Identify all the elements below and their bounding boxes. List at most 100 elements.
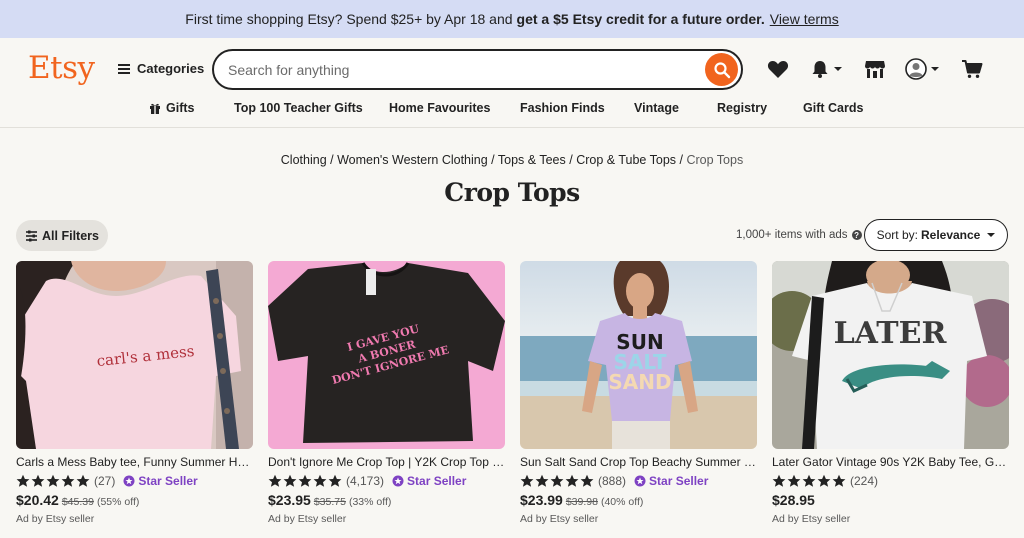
items-count: 1,000+ items with ads ? xyxy=(736,229,862,241)
search-icon xyxy=(713,61,730,78)
product-rating: (27) Star Seller xyxy=(16,473,253,489)
nav-item-gifts[interactable]: Gifts xyxy=(149,101,194,115)
product-image[interactable]: SUN SALT SAND xyxy=(520,261,757,449)
favorites-button[interactable] xyxy=(767,58,789,80)
view-terms-link[interactable]: View terms xyxy=(770,11,839,27)
hamburger-icon xyxy=(118,63,130,74)
product-rating: (4,173) Star Seller xyxy=(268,473,505,489)
breadcrumb-current: Crop Tops xyxy=(686,153,744,167)
star-icon xyxy=(61,474,75,487)
shop-icon xyxy=(865,61,885,78)
ad-label: Ad by Etsy seller xyxy=(16,513,95,525)
all-filters-button[interactable]: All Filters xyxy=(16,220,108,251)
original-price: $45.39 xyxy=(61,496,94,508)
star-seller-icon xyxy=(634,475,646,487)
page-title: Crop Tops xyxy=(444,178,580,207)
star-seller-icon xyxy=(392,475,404,487)
star-icon xyxy=(772,474,786,487)
sort-value: Relevance xyxy=(920,228,981,242)
price-row: $23.99 $39.98 (40% off) xyxy=(520,492,757,508)
product-card[interactable]: I GAVE YOU A BONER DON'T IGNORE ME Don't… xyxy=(268,261,505,525)
star-icon xyxy=(76,474,90,487)
discount: (40% off) xyxy=(600,496,644,508)
account-button[interactable] xyxy=(905,58,939,80)
nav-item-fashion-finds[interactable]: Fashion Finds xyxy=(520,101,605,115)
product-card[interactable]: SUN SALT SAND Sun Salt Sand Crop Top Bea… xyxy=(520,261,757,525)
all-filters-label: All Filters xyxy=(42,228,99,243)
star-icon xyxy=(313,474,327,487)
bell-icon xyxy=(812,61,828,78)
shop-manager-button[interactable] xyxy=(864,58,886,80)
review-count: (4,173) xyxy=(346,474,385,488)
star-icon xyxy=(298,474,312,487)
chevron-down-icon xyxy=(987,233,996,237)
star-seller-badge: Star Seller xyxy=(392,474,466,488)
product-rating: (888) Star Seller xyxy=(520,473,757,489)
star-icon xyxy=(787,474,801,487)
search-input[interactable] xyxy=(228,59,698,81)
nav-item-teacher-gifts[interactable]: Top 100 Teacher Gifts xyxy=(234,101,363,115)
breadcrumb: Clothing / Women's Western Clothing / To… xyxy=(280,153,744,167)
nav-item-home-favourites[interactable]: Home Favourites xyxy=(389,101,490,115)
star-icon xyxy=(580,474,594,487)
product-card[interactable]: LATER Later Gator Vintage 90s Y2K Baby T… xyxy=(772,261,1009,525)
price-row: $28.95 xyxy=(772,492,1009,508)
discount: (33% off) xyxy=(348,496,392,508)
star-icon xyxy=(520,474,534,487)
product-image[interactable]: LATER xyxy=(772,261,1009,449)
product-card[interactable]: carl's a mess Carls a Mess Baby tee, Fun… xyxy=(16,261,253,525)
product-image[interactable]: carl's a mess xyxy=(16,261,253,449)
star-icon xyxy=(328,474,342,487)
product-title[interactable]: Later Gator Vintage 90s Y2K Baby Tee, Gr… xyxy=(772,455,1009,469)
sort-prefix: Sort by: xyxy=(876,228,918,242)
breadcrumb-link[interactable]: Clothing xyxy=(281,153,327,167)
ad-label: Ad by Etsy seller xyxy=(520,513,599,525)
star-rating xyxy=(772,474,847,488)
sort-dropdown[interactable]: Sort by: Relevance xyxy=(864,219,1008,251)
star-rating xyxy=(268,474,343,488)
help-icon[interactable]: ? xyxy=(851,230,862,240)
star-icon xyxy=(268,474,282,487)
gift-icon xyxy=(150,103,160,114)
breadcrumb-link[interactable]: Tops & Tees xyxy=(498,153,566,167)
original-price: $39.98 xyxy=(565,496,598,508)
search-button[interactable] xyxy=(705,53,738,86)
nav-item-vintage[interactable]: Vintage xyxy=(634,101,679,115)
etsy-logo[interactable]: Etsy xyxy=(28,50,95,86)
promo-offer: get a $5 Etsy credit for a future order. xyxy=(516,11,765,27)
breadcrumb-link[interactable]: Crop & Tube Tops xyxy=(576,153,676,167)
star-icon xyxy=(565,474,579,487)
product-title[interactable]: Don't Ignore Me Crop Top | Y2K Crop Top … xyxy=(268,455,505,469)
sale-price: $23.95 xyxy=(268,492,311,508)
star-icon xyxy=(31,474,45,487)
product-title[interactable]: Carls a Mess Baby tee, Funny Summer Hous… xyxy=(16,455,253,469)
sale-price: $23.99 xyxy=(520,492,563,508)
star-icon xyxy=(535,474,549,487)
original-price: $35.75 xyxy=(313,496,346,508)
sale-price: $20.42 xyxy=(16,492,59,508)
categories-button[interactable]: Categories xyxy=(118,61,204,76)
product-image[interactable]: I GAVE YOU A BONER DON'T IGNORE ME xyxy=(268,261,505,449)
promo-banner: First time shopping Etsy? Spend $25+ by … xyxy=(0,0,1024,38)
category-nav: Gifts Top 100 Teacher Gifts Home Favouri… xyxy=(0,101,1024,117)
chevron-down-icon xyxy=(931,67,939,71)
product-title[interactable]: Sun Salt Sand Crop Top Beachy Summer Box… xyxy=(520,455,757,469)
nav-item-registry[interactable]: Registry xyxy=(717,101,767,115)
star-seller-icon xyxy=(123,475,135,487)
price-row: $20.42 $45.39 (55% off) xyxy=(16,492,253,508)
star-icon xyxy=(16,474,30,487)
notifications-button[interactable] xyxy=(810,58,842,80)
star-icon xyxy=(46,474,60,487)
ad-label: Ad by Etsy seller xyxy=(772,513,851,525)
cart-icon xyxy=(962,60,983,78)
review-count: (888) xyxy=(598,474,627,488)
breadcrumb-link[interactable]: Women's Western Clothing xyxy=(337,153,488,167)
shirt-print: LATER xyxy=(834,316,948,351)
star-seller-badge: Star Seller xyxy=(123,474,198,488)
nav-item-gift-cards[interactable]: Gift Cards xyxy=(803,101,863,115)
star-seller-badge: Star Seller xyxy=(634,474,708,488)
review-count: (27) xyxy=(94,474,116,488)
discount: (55% off) xyxy=(96,496,140,508)
cart-button[interactable] xyxy=(961,58,983,80)
star-icon xyxy=(550,474,564,487)
